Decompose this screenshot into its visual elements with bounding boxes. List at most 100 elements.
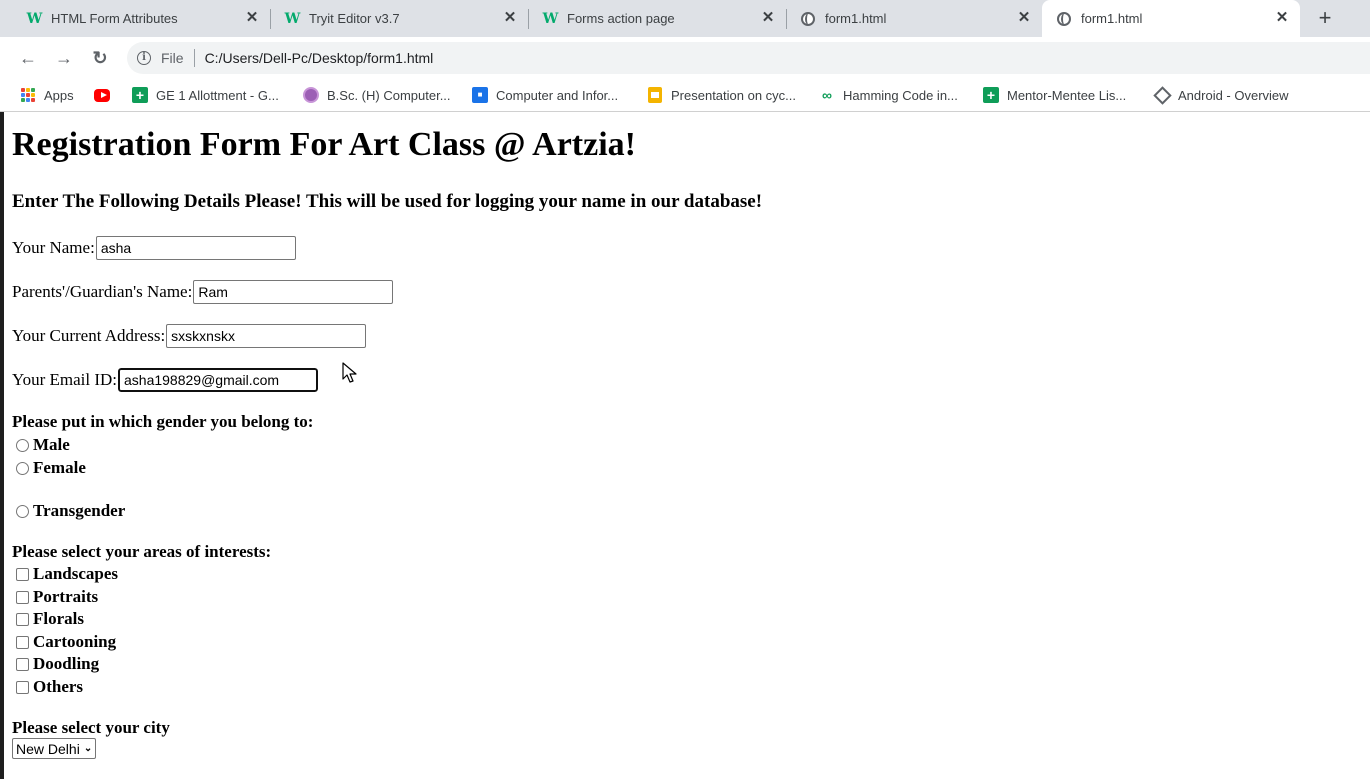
window-edge (0, 112, 4, 779)
bookmark-apps[interactable]: Apps (20, 79, 74, 111)
address-label: Your Current Address: (12, 326, 166, 345)
close-icon[interactable]: ✕ (502, 10, 518, 26)
email-field-row: Your Email ID: asha198829@gmail.com (12, 367, 319, 393)
address-field-row: Your Current Address: sxskxnskx (12, 324, 367, 348)
bookmark-label: Mentor-Mentee Lis... (1007, 87, 1127, 103)
address-input[interactable]: sxskxnskx (166, 324, 367, 348)
w3schools-icon: W (542, 10, 559, 27)
gender-option-male[interactable]: Male (16, 435, 70, 455)
bookmark-label: Android - Overview (1178, 87, 1289, 103)
option-label: Cartooning (33, 632, 117, 651)
bookmark-presentation[interactable]: Presentation on cyc... (647, 79, 796, 111)
gender-option-female[interactable]: Female (16, 458, 86, 478)
interest-option-florals[interactable]: Florals (16, 609, 84, 629)
name-input[interactable]: asha (95, 236, 296, 260)
name-field-row: Your Name: asha (12, 236, 296, 260)
bookmark-label: B.Sc. (H) Computer... (327, 87, 451, 103)
page-content: Registration Form For Art Class @ Artzia… (0, 112, 1370, 779)
back-arrow-icon[interactable]: ← (15, 45, 41, 71)
radio-button[interactable] (16, 461, 29, 475)
slides-icon (647, 87, 663, 103)
bookmark-ge1-allotment[interactable]: + GE 1 Allottment - G... (132, 79, 279, 111)
interest-option-others[interactable]: Others (16, 677, 83, 697)
close-icon[interactable]: ✕ (760, 10, 776, 26)
radio-button[interactable] (16, 438, 29, 452)
scheme-label: File (161, 50, 184, 66)
tab-strip: W HTML Form Attributes ✕ W Tryit Editor … (0, 0, 1370, 37)
sheets-icon: + (983, 87, 999, 103)
bookmark-label: GE 1 Allottment - G... (156, 87, 279, 103)
bookmark-label: Hamming Code in... (843, 87, 958, 103)
tab-forms-action-page[interactable]: W Forms action page ✕ (528, 0, 787, 37)
reload-icon[interactable]: ↻ (87, 45, 113, 71)
tab-tryit-editor[interactable]: W Tryit Editor v3.7 ✕ (270, 0, 529, 37)
name-label: Your Name: (12, 238, 95, 257)
info-icon[interactable]: i (137, 51, 151, 65)
guardian-label: Parents'/Guardian's Name: (12, 282, 193, 301)
option-label: Others (33, 677, 84, 696)
checkbox[interactable] (16, 657, 29, 671)
bookmark-hamming-code[interactable]: ∞ Hamming Code in... (819, 79, 958, 111)
email-label: Your Email ID: (12, 370, 117, 389)
bookmarks-bar: Apps + GE 1 Allottment - G... B.Sc. (H) … (0, 79, 1370, 112)
bookmark-youtube[interactable] (94, 79, 118, 111)
globe-icon (1056, 11, 1072, 27)
close-icon[interactable]: ✕ (1274, 10, 1290, 26)
interest-option-cartooning[interactable]: Cartooning (16, 632, 116, 652)
city-select[interactable]: New Delhi ⌄ (12, 738, 97, 759)
checkbox[interactable] (16, 680, 29, 694)
checkbox[interactable] (16, 567, 29, 581)
apps-icon (20, 87, 36, 103)
email-input[interactable]: asha198829@gmail.com (117, 367, 319, 393)
circle-icon (303, 87, 319, 103)
city-question: Please select your city (12, 718, 170, 737)
guardian-field-row: Parents'/Guardian's Name: Ram (12, 280, 394, 304)
tab-title: HTML Form Attributes (51, 11, 178, 26)
new-tab-button[interactable]: + (1312, 5, 1338, 31)
blue-square-icon: ■ (472, 87, 488, 103)
close-icon[interactable]: ✕ (244, 10, 260, 26)
forward-arrow-icon[interactable]: → (51, 45, 77, 71)
tab-form1-html[interactable]: form1.html ✕ (786, 0, 1042, 37)
interest-option-landscapes[interactable]: Landscapes (16, 564, 118, 584)
close-icon[interactable]: ✕ (1016, 10, 1032, 26)
city-selected-value: New Delhi (16, 740, 80, 757)
option-label: Transgender (33, 501, 126, 520)
interest-option-doodling[interactable]: Doodling (16, 654, 99, 674)
url-text[interactable]: C:/Users/Dell-Pc/Desktop/form1.html (205, 50, 434, 66)
option-label: Male (33, 435, 70, 454)
bookmark-bsc-computer[interactable]: B.Sc. (H) Computer... (303, 79, 451, 111)
chevron-down-icon: ⌄ (83, 743, 93, 754)
tab-title: form1.html (825, 11, 887, 26)
gender-question: Please put in which gender you belong to… (12, 412, 314, 431)
bookmark-label: Presentation on cyc... (671, 87, 797, 103)
infinity-icon: ∞ (822, 87, 832, 103)
checkbox[interactable] (16, 612, 29, 626)
page-subtitle: Enter The Following Details Please! This… (12, 191, 763, 212)
radio-button[interactable] (16, 504, 29, 518)
tab-form1-html-active[interactable]: form1.html ✕ (1042, 0, 1300, 37)
checkbox[interactable] (16, 590, 29, 604)
interest-option-portraits[interactable]: Portraits (16, 587, 98, 607)
bookmark-mentor-mentee[interactable]: + Mentor-Mentee Lis... (983, 79, 1126, 111)
gender-option-transgender[interactable]: Transgender (16, 501, 125, 521)
page-title: Registration Form For Art Class @ Artzia… (12, 126, 636, 163)
option-label: Doodling (33, 654, 100, 673)
tab-title: form1.html (1081, 11, 1143, 26)
checkbox[interactable] (16, 635, 29, 649)
globe-icon (800, 11, 816, 27)
guardian-name-input[interactable]: Ram (193, 280, 394, 304)
option-label: Florals (33, 609, 84, 628)
option-label: Landscapes (33, 564, 119, 583)
bookmark-android-overview[interactable]: Android - Overview (1152, 79, 1289, 111)
option-label: Portraits (33, 587, 99, 606)
tab-title: Forms action page (567, 11, 675, 26)
mouse-pointer-icon (342, 362, 357, 383)
bookmark-computer-and-info[interactable]: ■ Computer and Infor... (472, 79, 618, 111)
android-icon (1152, 85, 1172, 105)
option-label: Female (33, 458, 86, 477)
address-bar[interactable]: i File C:/Users/Dell-Pc/Desktop/form1.ht… (127, 42, 1370, 74)
bookmark-label: Computer and Infor... (496, 87, 619, 103)
sheets-icon: + (132, 87, 148, 103)
tab-html-form-attributes[interactable]: W HTML Form Attributes ✕ (0, 0, 271, 37)
